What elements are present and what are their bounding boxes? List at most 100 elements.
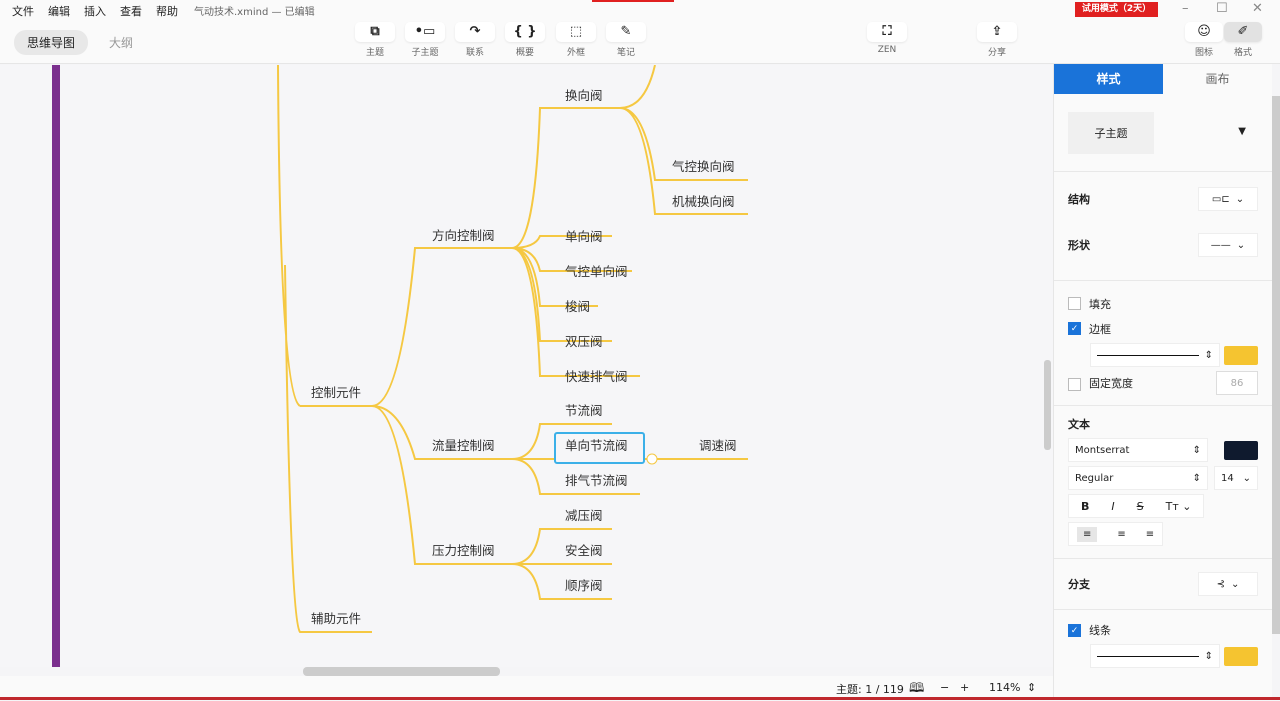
italic-button[interactable]: I — [1111, 500, 1114, 513]
fill-checkbox[interactable] — [1068, 297, 1081, 310]
topic-flow-0[interactable]: 节流阀 — [565, 403, 603, 418]
status-bar: 主题: 1 / 119 🕮 − + 114% ⇕ — [0, 676, 1053, 698]
border-color-swatch[interactable] — [1224, 345, 1258, 365]
brush-icon: ✐ — [1224, 22, 1262, 42]
zen-button[interactable]: ⛶ ZEN — [867, 22, 907, 55]
topic-dir-1[interactable]: 单向阀 — [565, 229, 603, 244]
font-select[interactable]: Montserrat ⇕ — [1068, 438, 1208, 462]
fixed-width-checkbox[interactable] — [1068, 377, 1081, 391]
topic-pressure-1[interactable]: 安全阀 — [565, 543, 603, 558]
summary-button[interactable]: { } 概要 — [505, 22, 545, 58]
line-checkbox[interactable]: ✓ — [1068, 623, 1081, 637]
document-title: 气动技术.xmind — 已编辑 — [194, 7, 315, 18]
topic-flow-2[interactable]: 排气节流阀 — [565, 473, 628, 488]
line-style-preview — [1097, 354, 1199, 356]
topic-dir-5[interactable]: 快速排气阀 — [565, 369, 628, 384]
topic-dir-4[interactable]: 双压阀 — [565, 334, 603, 349]
subtopic-button[interactable]: •▭ 子主题 — [405, 22, 445, 58]
panel-scrollbar[interactable] — [1272, 96, 1280, 634]
tab-mindmap[interactable]: 思维导图 — [14, 30, 89, 55]
format-label: 格式 — [1233, 48, 1252, 58]
chevron-down-icon[interactable]: ▼ — [1238, 126, 1246, 137]
menu-view[interactable]: 查看 — [120, 3, 142, 19]
menu-help[interactable]: 帮助 — [156, 3, 178, 19]
boundary-icon: ⬚ — [556, 22, 596, 42]
topic-pressure-2[interactable]: 顺序阀 — [565, 578, 603, 593]
relationship-button[interactable]: ↷ 联系 — [455, 22, 495, 58]
topic-pressure[interactable]: 压力控制阀 — [432, 543, 495, 558]
topic-auxiliary[interactable]: 辅助元件 — [311, 611, 361, 626]
icons-button[interactable]: ☺ 图标 — [1185, 22, 1223, 58]
bold-button[interactable]: B — [1081, 500, 1089, 513]
border-checkbox[interactable]: ✓ — [1068, 322, 1081, 335]
chevron-down-icon: ⌄ — [1231, 578, 1240, 590]
horizontal-scrollbar[interactable] — [303, 667, 500, 676]
chevron-down-icon: ⌄ — [1235, 193, 1245, 205]
topic-flow-1[interactable]: 单向节流阀 — [565, 438, 628, 453]
tab-canvas[interactable]: 画布 — [1163, 64, 1272, 94]
topic-direction[interactable]: 方向控制阀 — [432, 228, 495, 243]
zoom-stepper-icon[interactable]: ⇕ — [1027, 681, 1036, 694]
align-center-icon[interactable]: ≡ — [1117, 529, 1125, 540]
align-left-icon[interactable]: ≡ — [1077, 526, 1098, 542]
smiley-icon: ☺ — [1185, 22, 1223, 42]
text-color-swatch[interactable] — [1224, 440, 1258, 460]
mindmap-branches: 控制元件 辅助元件 方向控制阀 流量控制阀 压力控制阀 换向阀 单向阀 气控单向… — [277, 65, 748, 633]
align-right-icon[interactable]: ≡ — [1146, 529, 1154, 540]
branch-curve-icon: ⊰ — [1216, 578, 1225, 590]
share-icon: ⇪ — [977, 22, 1017, 42]
zoom-in-button[interactable]: + — [960, 681, 969, 694]
line-label: 线条 — [1089, 624, 1111, 637]
structure-select[interactable]: ▭⊏ ⌄ — [1198, 187, 1258, 211]
collapse-handle — [646, 453, 658, 465]
topic-speed-valve[interactable]: 调速阀 — [699, 438, 737, 453]
zen-label: ZEN — [877, 45, 897, 55]
boundary-button[interactable]: ⬚ 外框 — [556, 22, 596, 58]
topic-flow[interactable]: 流量控制阀 — [432, 438, 495, 453]
structure-label: 结构 — [1068, 193, 1090, 206]
line-color-swatch[interactable] — [1224, 646, 1258, 666]
topic-dir-3[interactable]: 梭阀 — [565, 299, 590, 314]
topic-control[interactable]: 控制元件 — [311, 385, 361, 400]
border-style-select[interactable]: ⇕ — [1090, 343, 1220, 367]
font-weight: Regular — [1075, 472, 1114, 484]
topic-pressure-0[interactable]: 减压阀 — [565, 508, 603, 523]
topic-button[interactable]: ⧉ 主题 — [355, 22, 395, 58]
topic-type-select[interactable]: 子主题 — [1068, 112, 1154, 154]
topic-switch-0[interactable]: 气控换向阀 — [672, 159, 735, 174]
maximize-icon[interactable]: ☐ — [1216, 1, 1228, 16]
accent-line — [592, 0, 674, 2]
note-button[interactable]: ✎ 笔记 — [606, 22, 646, 58]
zoom-out-button[interactable]: − — [940, 681, 949, 694]
vertical-scrollbar[interactable] — [1044, 360, 1051, 450]
format-button[interactable]: ✐ 格式 — [1224, 22, 1262, 58]
note-label: 笔记 — [616, 48, 635, 58]
trial-badge[interactable]: 试用模式（2天） — [1075, 2, 1158, 17]
topic-switch-1[interactable]: 机械换向阀 — [672, 194, 735, 209]
topic-dir-2[interactable]: 气控单向阀 — [565, 264, 628, 279]
shape-select[interactable]: —— ⌄ — [1198, 233, 1258, 257]
close-icon[interactable]: ✕ — [1252, 1, 1263, 16]
font-size-select[interactable]: 14 ⌄ — [1214, 466, 1258, 490]
strikethrough-button[interactable]: S — [1137, 500, 1144, 513]
fixed-width-input[interactable]: 86 — [1216, 371, 1258, 395]
minimize-icon[interactable]: – — [1182, 1, 1189, 16]
share-button[interactable]: ⇪ 分享 — [977, 22, 1017, 58]
branch-style-select[interactable]: ⊰ ⌄ — [1198, 572, 1258, 596]
mindmap-canvas[interactable]: 控制元件 辅助元件 方向控制阀 流量控制阀 压力控制阀 换向阀 单向阀 气控单向… — [0, 65, 1053, 667]
topic-label: 主题 — [365, 48, 384, 58]
font-weight-select[interactable]: Regular ⇕ — [1068, 466, 1208, 490]
line-style-select[interactable]: ⇕ — [1090, 644, 1220, 668]
menu-insert[interactable]: 插入 — [84, 3, 106, 19]
topic-dir-0[interactable]: 换向阀 — [565, 88, 603, 103]
fixed-width-label: 固定宽度 — [1089, 377, 1133, 390]
tab-outline[interactable]: 大纲 — [96, 30, 146, 55]
share-label: 分享 — [987, 48, 1006, 58]
menu-edit[interactable]: 编辑 — [48, 3, 70, 19]
line-shape-icon: —— — [1210, 239, 1231, 251]
menu-file[interactable]: 文件 — [12, 3, 34, 19]
tab-style[interactable]: 样式 — [1054, 64, 1163, 94]
text-case-button[interactable]: Tт ⌄ — [1166, 500, 1192, 513]
zoom-level[interactable]: 114% — [989, 681, 1020, 694]
branch-label: 分支 — [1068, 578, 1090, 591]
